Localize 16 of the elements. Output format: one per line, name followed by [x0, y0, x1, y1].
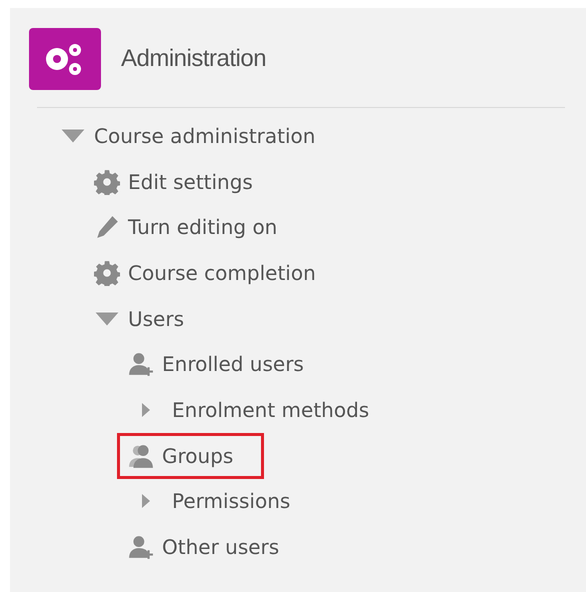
gears-icon [29, 28, 101, 90]
menu-link[interactable]: Turn editing on [128, 215, 278, 240]
tree-node[interactable]: Course administration [94, 124, 316, 148]
gear-icon [94, 168, 120, 195]
tree-node[interactable]: Permissions [172, 489, 290, 514]
menu-link[interactable]: Other users [162, 535, 280, 560]
group-icon [128, 442, 154, 469]
block-title: Administration [121, 45, 266, 73]
menu-link[interactable]: Enrolled users [162, 352, 304, 376]
user-add-icon [128, 351, 154, 378]
menu-link[interactable]: Course completion [128, 260, 316, 285]
menu-link[interactable]: Edit settings [128, 170, 253, 194]
user-add-icon [128, 534, 154, 560]
gear-icon [94, 260, 120, 286]
tree-node[interactable]: Enrolment methods [172, 398, 370, 422]
tree-node[interactable]: Users [128, 306, 184, 331]
